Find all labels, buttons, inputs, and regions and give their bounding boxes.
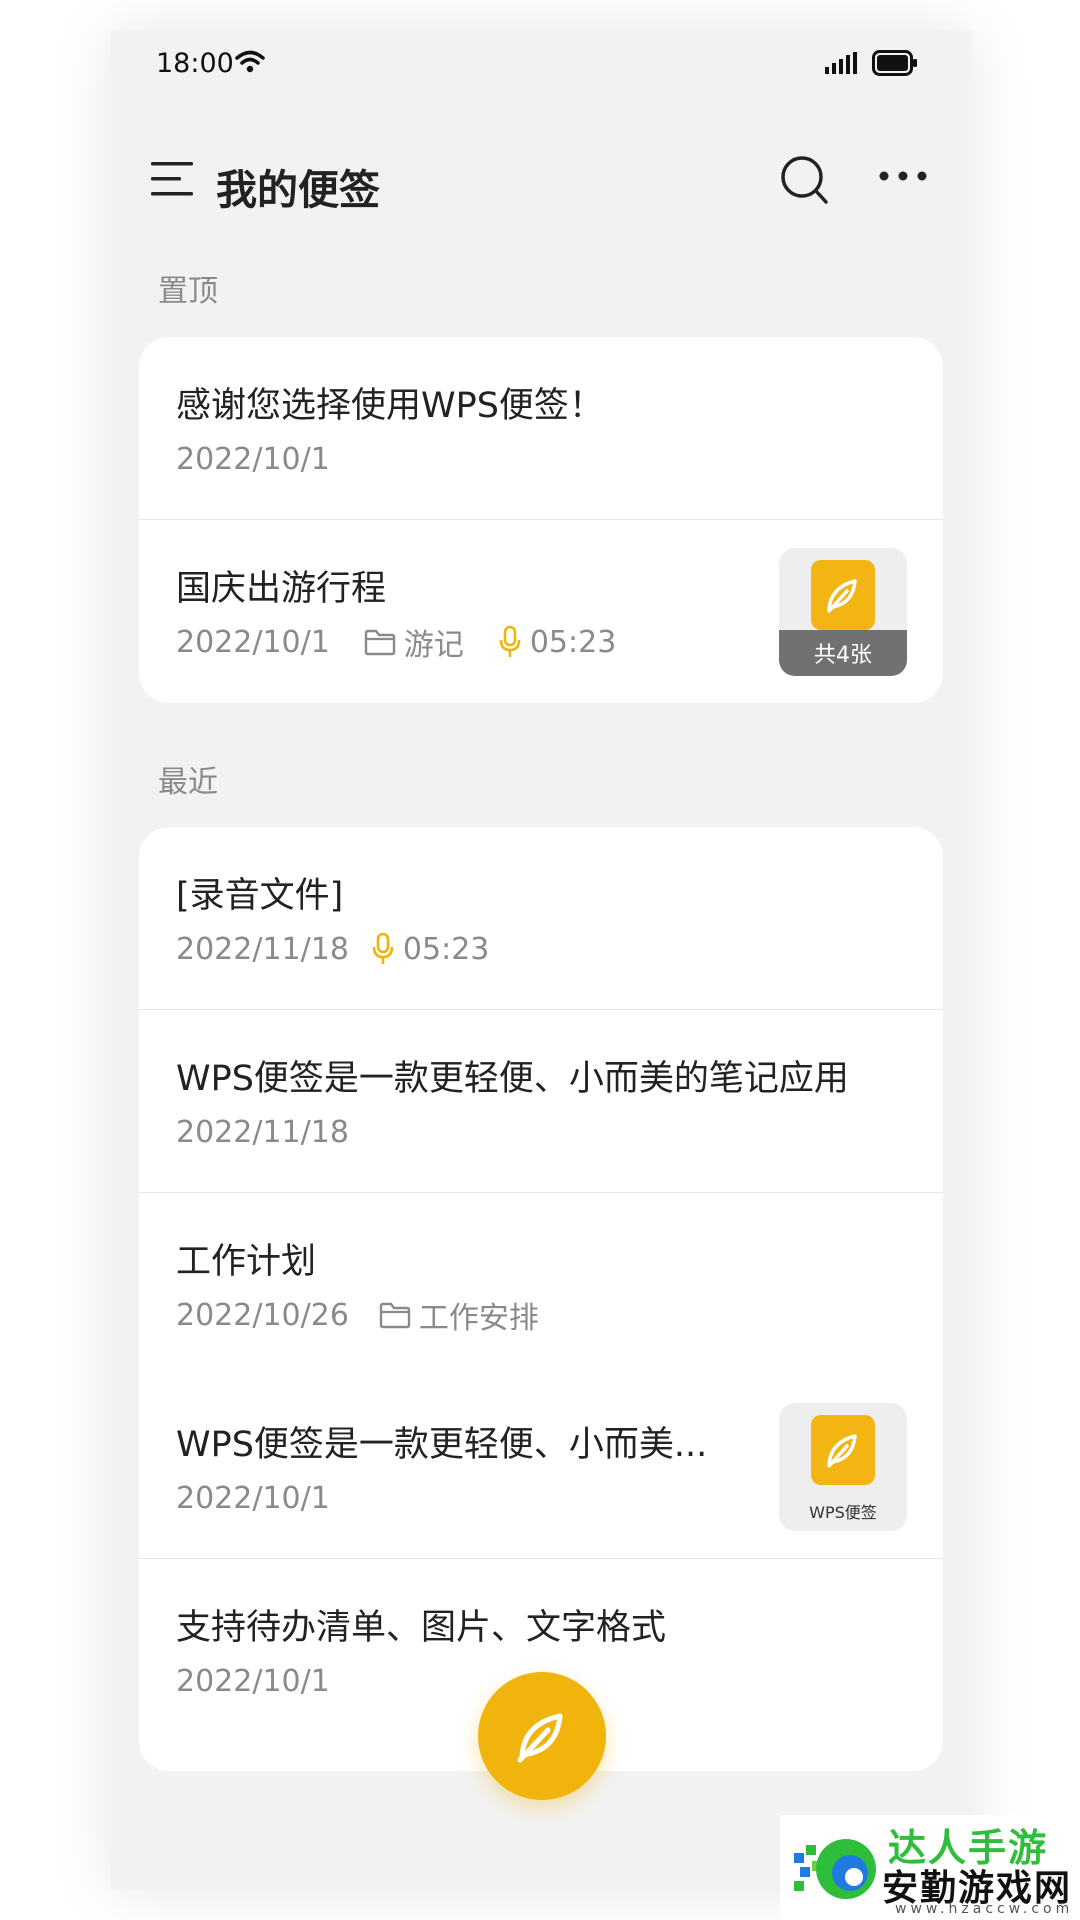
app-header: 我的便签: [111, 130, 971, 230]
hamburger-menu-icon[interactable]: [151, 160, 193, 198]
note-date: 2022/11/18: [176, 1114, 349, 1150]
note-date: 2022/10/1: [176, 624, 330, 660]
microphone-icon: [499, 625, 521, 657]
microphone-icon: [372, 932, 394, 964]
thumbnail-caption: WPS便签: [809, 1503, 877, 1522]
search-icon[interactable]: [779, 154, 829, 206]
note-item[interactable]: 感谢您选择使用WPS便签！ 2022/10/1: [139, 337, 943, 520]
note-audio: 05:23: [371, 932, 489, 967]
note-meta: 2022/11/18: [176, 1112, 349, 1152]
watermark-url: www.hzaccw.com: [895, 1901, 1074, 1917]
status-bar: 18:00: [111, 30, 971, 100]
folder-icon: [379, 1302, 411, 1329]
note-item[interactable]: [录音文件] 2022/11/18 05:23: [139, 827, 943, 1010]
note-date: 2022/10/26: [176, 1297, 349, 1333]
note-meta: 2022/10/1: [176, 1478, 330, 1518]
note-meta: 2022/10/1 游记 05:23: [176, 620, 616, 664]
watermark-logo-icon: [794, 1839, 876, 1899]
battery-icon: [872, 50, 917, 76]
phone-screen: 18:00 我的便签 置顶 感谢您选择使用WPS便签！ 2022/10/1 国庆…: [111, 30, 971, 1890]
recent-notes-card: [录音文件] 2022/11/18 05:23 WPS便签是一款更轻便、小而美的…: [139, 827, 943, 1771]
more-dots-icon[interactable]: [878, 170, 928, 182]
note-title: 国庆出游行程: [176, 569, 387, 609]
note-item[interactable]: 国庆出游行程 2022/10/1 游记 05:23 共4张: [139, 520, 943, 703]
note-date: 2022/10/1: [176, 1663, 330, 1699]
note-date: 2022/11/18: [176, 931, 349, 967]
wps-note-logo-icon: [811, 1415, 875, 1485]
note-item[interactable]: WPS便签是一款更轻便、小而美的笔记应用 2022/11/18: [139, 1010, 943, 1193]
audio-duration: 05:23: [402, 931, 490, 967]
note-title: 支持待办清单、图片、文字格式: [176, 1608, 667, 1648]
section-label-pinned: 置顶: [158, 274, 218, 309]
note-thumbnail[interactable]: WPS便签: [779, 1403, 907, 1531]
section-label-recent: 最近: [158, 765, 218, 800]
note-title: 感谢您选择使用WPS便签！: [176, 386, 604, 426]
note-date: 2022/10/1: [176, 441, 330, 477]
status-time: 18:00: [156, 48, 234, 79]
wps-note-logo-icon: [811, 560, 875, 630]
new-note-button[interactable]: [478, 1672, 606, 1800]
note-item[interactable]: WPS便签是一款更轻便、小而美... 2022/10/1 WPS便签: [139, 1376, 943, 1559]
note-meta: 2022/10/26 工作安排: [176, 1293, 539, 1337]
wifi-icon: [235, 50, 265, 73]
note-date: 2022/10/1: [176, 1480, 330, 1516]
folder-name: 工作安排: [418, 1301, 539, 1336]
note-audio: 05:23: [498, 625, 616, 660]
folder-icon: [364, 629, 396, 656]
note-meta: 2022/11/18 05:23: [176, 929, 489, 969]
feather-leaf-icon: [517, 1713, 563, 1763]
note-folder: 工作安排: [379, 1293, 539, 1337]
note-title: WPS便签是一款更轻便、小而美...: [176, 1425, 708, 1465]
folder-name: 游记: [403, 628, 464, 663]
note-folder: 游记: [364, 620, 464, 664]
page-title: 我的便签: [216, 166, 380, 214]
note-item[interactable]: 工作计划 2022/10/26 工作安排: [139, 1193, 943, 1376]
note-title: [录音文件]: [176, 876, 344, 916]
note-meta: 2022/10/1: [176, 439, 330, 479]
thumbnail-count-badge: 共4张: [779, 630, 907, 676]
note-meta: 2022/10/1: [176, 1661, 330, 1701]
note-thumbnail[interactable]: 共4张: [779, 548, 907, 676]
signal-icon: [825, 52, 857, 74]
audio-duration: 05:23: [529, 624, 617, 660]
note-title: WPS便签是一款更轻便、小而美的笔记应用: [176, 1059, 849, 1099]
pinned-notes-card: 感谢您选择使用WPS便签！ 2022/10/1 国庆出游行程 2022/10/1…: [139, 337, 943, 703]
site-watermark: 达人手游 安勤游戏网 www.hzaccw.com: [780, 1815, 1080, 1920]
note-title: 工作计划: [176, 1242, 317, 1282]
